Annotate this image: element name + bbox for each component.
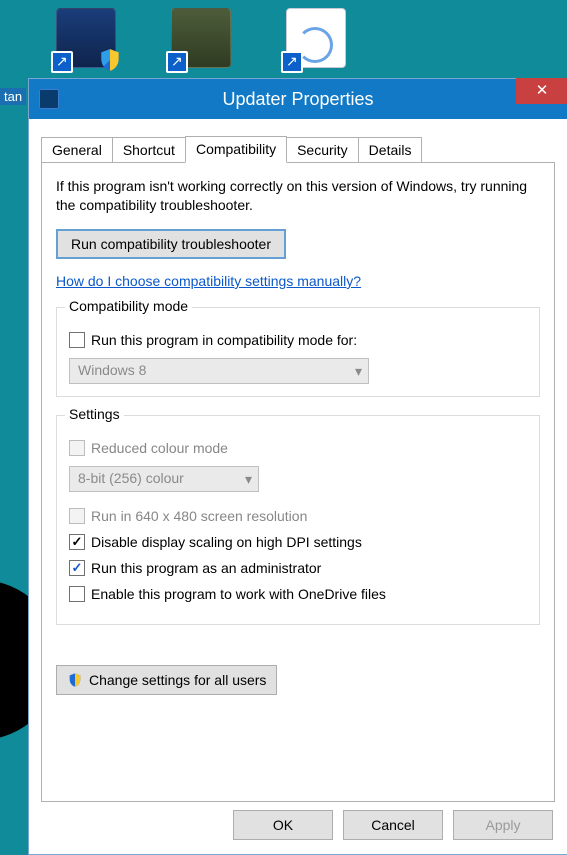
desktop-shortcut-1[interactable]	[56, 8, 116, 68]
desktop-shortcut-2[interactable]	[171, 8, 231, 68]
titlebar[interactable]: Updater Properties ✕	[29, 79, 567, 119]
checkbox-run-640x480-label: Run in 640 x 480 screen resolution	[91, 508, 307, 524]
chevron-down-icon: ▾	[245, 471, 252, 488]
dialog-button-row: OK Cancel Apply	[233, 810, 553, 840]
checkbox-onedrive-label: Enable this program to work with OneDriv…	[91, 586, 386, 602]
cancel-button[interactable]: Cancel	[343, 810, 443, 840]
desktop-shortcut-3[interactable]	[286, 8, 346, 68]
group-compat-mode-legend: Compatibility mode	[65, 298, 192, 314]
checkbox-onedrive[interactable]	[69, 586, 85, 602]
tab-shortcut[interactable]: Shortcut	[112, 137, 186, 162]
compat-help-link[interactable]: How do I choose compatibility settings m…	[56, 273, 361, 289]
properties-window: Updater Properties ✕ General Shortcut Co…	[28, 78, 567, 855]
combo-colour-mode: 8-bit (256) colour ▾	[69, 466, 259, 492]
desktop-icon-label-fragment: tan	[0, 88, 26, 105]
window-title: Updater Properties	[69, 89, 527, 110]
tab-strip: General Shortcut Compatibility Security …	[41, 137, 555, 162]
change-settings-all-users-label: Change settings for all users	[89, 672, 266, 688]
checkbox-compat-mode-label: Run this program in compatibility mode f…	[91, 332, 357, 348]
checkbox-reduced-colour	[69, 440, 85, 456]
run-troubleshooter-button[interactable]: Run compatibility troubleshooter	[56, 229, 286, 259]
apply-button: Apply	[453, 810, 553, 840]
chevron-down-icon: ▾	[355, 363, 362, 380]
window-icon	[39, 89, 59, 109]
tab-details[interactable]: Details	[358, 137, 423, 162]
change-settings-all-users-button[interactable]: Change settings for all users	[56, 665, 277, 695]
desktop-icons	[0, 0, 567, 68]
close-button[interactable]: ✕	[516, 78, 567, 104]
uac-shield-icon	[67, 672, 83, 688]
checkbox-disable-dpi-scaling[interactable]	[69, 534, 85, 550]
tab-general[interactable]: General	[41, 137, 113, 162]
checkbox-compat-mode[interactable]	[69, 332, 85, 348]
ok-button[interactable]: OK	[233, 810, 333, 840]
group-compat-mode: Compatibility mode Run this program in c…	[56, 307, 540, 397]
tab-panel-compatibility: If this program isn't working correctly …	[41, 162, 555, 802]
checkbox-disable-dpi-scaling-label: Disable display scaling on high DPI sett…	[91, 534, 362, 550]
shortcut-overlay-icon	[281, 51, 303, 73]
uac-shield-icon	[97, 47, 123, 73]
shortcut-overlay-icon	[51, 51, 73, 73]
checkbox-run-as-admin[interactable]	[69, 560, 85, 576]
group-settings-legend: Settings	[65, 406, 124, 422]
checkbox-run-as-admin-label: Run this program as an administrator	[91, 560, 321, 576]
tab-compatibility[interactable]: Compatibility	[185, 136, 287, 163]
shortcut-overlay-icon	[166, 51, 188, 73]
compat-intro-text: If this program isn't working correctly …	[56, 177, 540, 215]
checkbox-run-640x480	[69, 508, 85, 524]
tab-security[interactable]: Security	[286, 137, 359, 162]
group-settings: Settings Reduced colour mode 8-bit (256)…	[56, 415, 540, 625]
checkbox-reduced-colour-label: Reduced colour mode	[91, 440, 228, 456]
combo-compat-os: Windows 8 ▾	[69, 358, 369, 384]
combo-colour-mode-value: 8-bit (256) colour	[78, 470, 184, 486]
combo-compat-os-value: Windows 8	[78, 362, 146, 378]
